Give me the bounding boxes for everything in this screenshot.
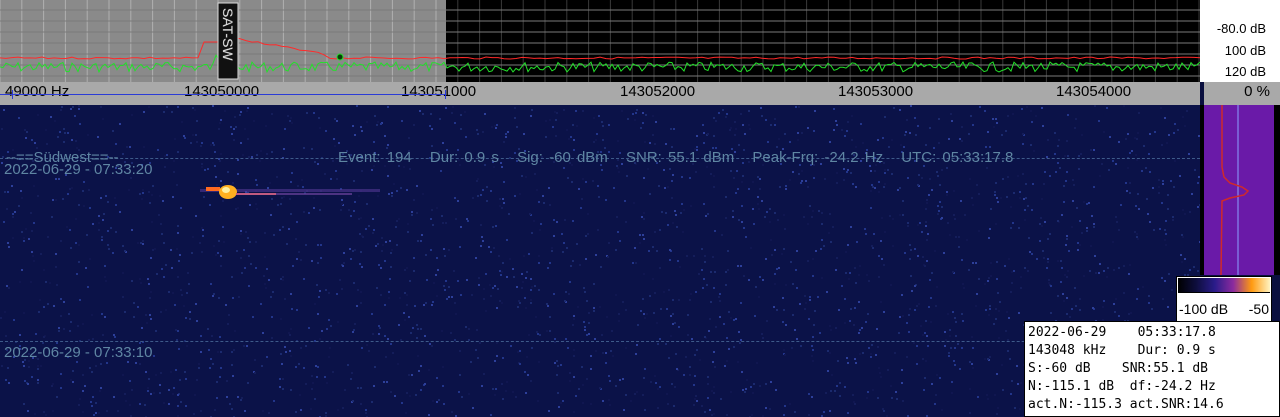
waterfall-display[interactable]: --==Südwest==-- Event: 194 Dur: 0.9 s Si… [0,105,1200,417]
percent-readout: 0 % [1204,82,1280,105]
spectrum-display[interactable]: SAT-SW [0,0,1200,82]
db-label-top: -80.0 dB [1216,21,1266,36]
info-line: S:-60 dB SNR:55.1 dB [1028,361,1209,376]
db-label-mid: 100 dB [1224,43,1266,58]
event-summary-box: 2022-06-29 05:33:17.8 143048 kHz Dur: 0.… [1024,321,1280,417]
freq-label: 143051000 [401,83,477,100]
time-marker-line [0,341,1200,342]
filter-edge-right[interactable] [445,90,446,99]
info-line: N:-115.1 dB df:-24.2 Hz [1028,379,1216,394]
event-peak-freq: Peak-Frq: -24.2 Hz [752,149,884,166]
info-line: act.N:-115.3 act.SNR:14.6 [1028,397,1224,412]
freq-label: 143054000 [1056,83,1132,100]
info-line: 2022-06-29 05:33:17.8 [1028,325,1216,340]
live-spectrum-trace [0,38,1200,74]
colorbar-min-label: -100 dB [1179,301,1229,317]
event-number: Event: 194 [338,149,412,166]
marker-dot [336,53,344,61]
info-line: 143048 kHz Dur: 0.9 s [1028,343,1216,358]
peak-hold-trace [0,36,1200,60]
event-utc: UTC: 05:33:17.8 [901,149,1014,166]
filter-edge-left[interactable] [12,90,13,99]
percent-value: 0 % [1244,83,1270,100]
db-scale: -80.0 dB 100 dB 120 dB [1200,0,1280,82]
meteor-scatter-monitor: SAT-SW -80.0 dB 100 dB 120 dB 49000 Hz 1… [0,0,1280,417]
freq-label: 143052000 [620,83,696,100]
event-duration: Dur: 0.9 s [429,149,499,166]
event-info: Event: 194 Dur: 0.9 s Sig: -60 dBm SNR: … [338,149,1025,166]
timestamp-label: 2022-06-29 - 07:33:20 [4,161,153,178]
event-snr: SNR: 55.1 dBm [625,149,735,166]
db-label-bottom: 120 dB [1224,64,1266,79]
signal-level-panel [1200,105,1280,275]
spectrum-grid [0,0,1200,82]
colorbar-max-label: -50 [1248,301,1269,317]
freq-label: 49000 Hz [5,83,70,100]
color-scale-legend: -100 dB -50 [1176,276,1272,322]
spectrum-plot: SAT-SW [0,0,1200,82]
freq-label: 143053000 [838,83,914,100]
level-history-plot [1204,105,1274,275]
timestamp-label: 2022-06-29 - 07:33:10 [4,344,153,361]
sat-sw-logo-text: SAT-SW [220,8,236,61]
event-signal: Sig: -60 dBm [517,149,608,166]
color-gradient [1178,278,1270,293]
freq-label: 143050000 [184,83,260,100]
filter-bandwidth-line[interactable] [0,94,446,95]
meteor-echo-trace [200,185,380,199]
